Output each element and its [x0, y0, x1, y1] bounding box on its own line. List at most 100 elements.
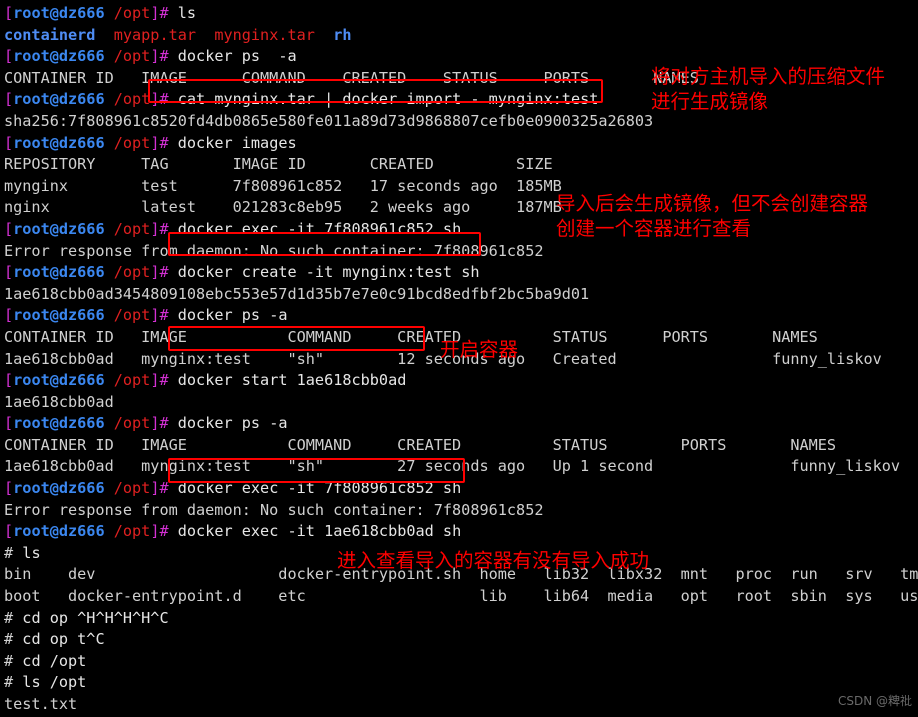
annotation-create-container-line-1: 导入后会生成镜像，但不会创建容器 — [556, 192, 869, 215]
prompt-bracket-close: ]# — [150, 371, 178, 390]
output-text: 1ae618cbb0ad — [4, 392, 114, 411]
directory-listing-line: containerd myapp.tar mynginx.tar rh — [4, 25, 916, 47]
command-text: docker ps -a — [177, 414, 288, 433]
prompt-bracket-close: ]# — [150, 133, 178, 152]
prompt-path: /opt — [113, 414, 151, 433]
container-prompt: # — [4, 651, 23, 670]
prompt-user-host: root@dz666 — [13, 371, 105, 390]
prompt-path: /opt — [113, 263, 151, 282]
container-shell-command-line: # cd /opt — [4, 651, 916, 673]
output-text: REPOSITORY TAG IMAGE ID CREATED SIZE — [4, 155, 553, 174]
prompt-path: /opt — [113, 371, 151, 390]
output-text: Error response from daemon: No such cont… — [4, 241, 544, 260]
csdn-watermark: CSDN @粺䃾 — [837, 694, 912, 709]
prompt-bracket-close: ]# — [150, 4, 178, 22]
command-text: ls — [177, 4, 197, 22]
output-text: test.txt — [4, 695, 78, 713]
container-prompt: # — [4, 673, 23, 692]
prompt-user-host: root@dz666 — [13, 479, 105, 498]
prompt-bracket-open: [ — [4, 90, 14, 109]
listing-entry — [315, 26, 333, 44]
terminal-output-line: boot docker-entrypoint.d etc lib lib64 m… — [4, 586, 918, 608]
command-text: docker create -it mynginx:test sh — [177, 263, 480, 282]
terminal-command-line: [root@dz666 /opt]# docker exec -it 1ae61… — [4, 521, 916, 543]
terminal-output-line: sha256:7f808961c8520fd4db0865e580fe011a8… — [4, 111, 916, 133]
prompt-bracket-close: ]# — [150, 90, 178, 109]
prompt-bracket-open: [ — [4, 47, 14, 66]
prompt-user-host: root@dz666 — [13, 263, 105, 282]
prompt-path: /opt — [113, 133, 151, 152]
container-prompt: # — [4, 630, 23, 649]
terminal-output-line: REPOSITORY TAG IMAGE ID CREATED SIZE — [4, 154, 916, 176]
terminal-command-line: [root@dz666 /opt]# docker ps -a — [4, 305, 916, 327]
prompt-bracket-open: [ — [4, 133, 14, 152]
container-prompt: # — [4, 608, 23, 627]
prompt-user-host: root@dz666 — [13, 522, 105, 541]
command-text: docker start 1ae618cbb0ad — [177, 371, 407, 390]
output-text: nginx latest 021283c8eb95 2 weeks ago 18… — [4, 198, 562, 217]
container-prompt: # — [4, 543, 23, 562]
command-text: docker ps -a — [177, 306, 288, 325]
command-text: docker exec -it 7f808961c852 sh — [177, 219, 462, 238]
prompt-path: /opt — [113, 47, 151, 66]
prompt-bracket-open: [ — [4, 371, 14, 390]
annotation-start-container: 开启容器 — [440, 337, 518, 362]
terminal-screen[interactable]: [root@dz666 /opt]# ls containerd myapp.ta… — [0, 0, 918, 717]
prompt-user-host: root@dz666 — [13, 219, 105, 238]
terminal-command-line: [root@dz666 /opt]# docker create -it myn… — [4, 262, 916, 284]
prompt-user-host: root@dz666 — [13, 4, 105, 22]
command-text: cd op t^C — [22, 630, 105, 649]
prompt-path: /opt — [113, 479, 151, 498]
annotation-import-image-line-2: 进行生成镜像 — [651, 90, 769, 113]
command-text: docker images — [177, 133, 297, 152]
listing-entry — [95, 26, 113, 44]
listing-entry: mynginx.tar — [214, 25, 315, 44]
prompt-path: /opt — [113, 522, 151, 541]
prompt-path: /opt — [113, 90, 151, 109]
output-text: sha256:7f808961c8520fd4db0865e580fe011a8… — [4, 111, 654, 130]
prompt-path: /opt — [113, 219, 151, 238]
command-text: docker exec -it 1ae618cbb0ad sh — [177, 522, 462, 541]
output-text: 1ae618cbb0ad mynginx:test "sh" 27 second… — [4, 457, 901, 476]
command-text: cd op ^H^H^H^H^C — [22, 608, 169, 627]
prompt-path: /opt — [113, 306, 151, 325]
prompt-bracket-open: [ — [4, 219, 14, 238]
command-text: ls /opt — [22, 673, 87, 692]
output-text: CONTAINER ID IMAGE COMMAND CREATED STATU… — [4, 327, 818, 346]
container-shell-command-line: # cd op t^C — [4, 629, 916, 651]
output-text: mynginx test 7f808961c852 17 seconds ago… — [4, 176, 562, 195]
prompt-user-host: root@dz666 — [13, 133, 105, 152]
prompt-user-host: root@dz666 — [13, 306, 105, 325]
terminal-output-line: test.txt — [4, 694, 916, 716]
prompt-user-host: root@dz666 — [13, 90, 105, 109]
annotation-start-container-line-1: 开启容器 — [440, 338, 519, 361]
prompt-bracket-open: [ — [4, 522, 14, 541]
annotation-verify-import-line-1: 进入查看导入的容器有没有导入成功 — [337, 549, 650, 572]
terminal-output-line: 1ae618cbb0ad3454809108ebc553e57d1d35b7e7… — [4, 284, 916, 306]
prompt-bracket-close: ]# — [150, 263, 178, 282]
command-text: docker ps -a — [177, 47, 297, 66]
prompt-bracket-open: [ — [4, 263, 14, 282]
annotation-create-container-line-2: 创建一个容器进行查看 — [556, 217, 752, 240]
annotation-import-image: 将对方主机导入的压缩文件 进行生成镜像 — [651, 64, 885, 114]
prompt-path: /opt — [113, 4, 151, 22]
prompt-bracket-open: [ — [4, 414, 14, 433]
command-text: cat mynginx.tar | docker import - myngin… — [177, 90, 599, 109]
terminal-command-line: [root@dz666 /opt]# docker ps -a — [4, 413, 916, 435]
annotation-import-image-line-1: 将对方主机导入的压缩文件 — [651, 65, 886, 88]
output-text: 1ae618cbb0ad3454809108ebc553e57d1d35b7e7… — [4, 284, 590, 303]
prompt-bracket-close: ]# — [150, 479, 178, 498]
prompt-user-host: root@dz666 — [13, 414, 105, 433]
annotation-verify-import: 进入查看导入的容器有没有导入成功 — [337, 548, 649, 573]
terminal-command-line: [root@dz666 /opt]# docker images — [4, 133, 916, 155]
output-text: CONTAINER ID IMAGE COMMAND CREATED STATU… — [4, 435, 837, 454]
